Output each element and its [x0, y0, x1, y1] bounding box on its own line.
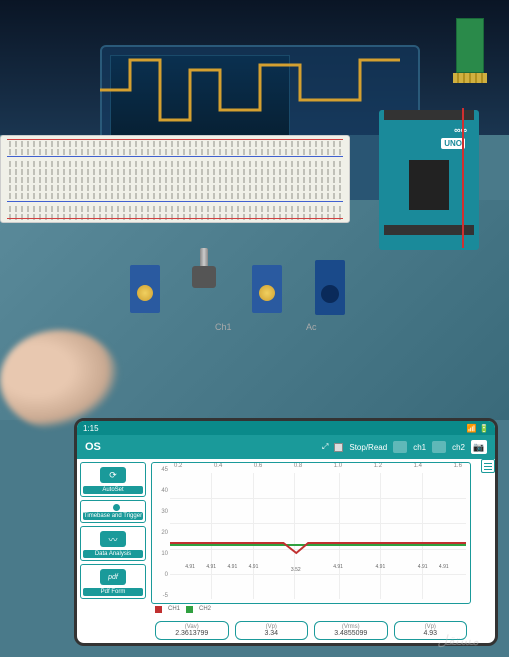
stat-box: (Vp)3.34	[235, 621, 309, 640]
hand-photo	[0, 330, 120, 430]
sidebar: ⟳ AutoSet Timebase and Trigger 〰 Data An…	[77, 459, 149, 646]
app-title: OS	[85, 441, 101, 453]
data-analysis-button[interactable]: 〰 Data Analysis	[80, 526, 146, 561]
sensor-module-1	[130, 265, 160, 313]
ac-circuit-label: Ac	[306, 322, 317, 332]
bluetooth-module	[456, 18, 484, 73]
legend-ch2-label: CH2	[199, 606, 211, 612]
oscilloscope-chart[interactable]: 45403020100-5 0.20.40.60.81.01.21.41.6 4…	[151, 462, 471, 604]
ch1-circuit-label: Ch1	[215, 322, 232, 332]
stopread-checkbox[interactable]	[334, 443, 343, 452]
arduino-board: ∞∞ UNO	[379, 110, 479, 250]
sensor-module-2	[252, 265, 282, 313]
ch1-toggle[interactable]	[393, 441, 407, 453]
pdf-form-button[interactable]: pdf Pdf Form	[80, 564, 146, 599]
autoset-button[interactable]: ⟳ AutoSet	[80, 462, 146, 497]
relay-module	[315, 260, 345, 315]
status-time: 1:15	[83, 424, 99, 433]
stat-box: (Vrms)3.4855099	[314, 621, 388, 640]
status-bar: 1:15 📶 🔋	[77, 421, 495, 435]
breadboard	[0, 135, 350, 223]
legend-ch1-label: CH1	[168, 606, 180, 612]
plot-area: 4.914.914.914.913.524.914.914.914.91	[170, 473, 466, 599]
wire	[452, 108, 464, 248]
resize-icon[interactable]: ⤢	[322, 442, 328, 452]
watermark: مستقل	[437, 632, 479, 649]
legend-ch1-swatch	[155, 606, 162, 613]
ch1-label: ch1	[413, 443, 426, 452]
chart-legend: CH1 CH2	[151, 604, 471, 614]
refresh-icon: ⟳	[100, 467, 126, 483]
stat-box: (Vav)2.3613799	[155, 621, 229, 640]
stopread-label: Stop/Read	[349, 443, 387, 452]
potentiometer	[190, 248, 218, 288]
ch2-label: ch2	[452, 443, 465, 452]
hamburger-menu-icon[interactable]	[481, 459, 495, 473]
timebase-trigger-button[interactable]: Timebase and Trigger	[80, 500, 146, 523]
bluetooth-pins	[453, 73, 487, 83]
app-header: OS ⤢ Stop/Read ch1 ch2 📷	[77, 435, 495, 459]
legend-ch2-swatch	[186, 606, 193, 613]
ch2-toggle[interactable]	[432, 441, 446, 453]
phone-frame: 1:15 📶 🔋 OS ⤢ Stop/Read ch1 ch2 📷 ⟳ Auto…	[74, 418, 498, 646]
wave-icon: 〰	[100, 531, 126, 547]
stats-row: (Vav)2.3613799(Vp)3.34(Vrms)3.4855099(Vp…	[151, 614, 471, 646]
camera-button[interactable]: 📷	[471, 440, 487, 454]
x-axis: 0.20.40.60.81.01.21.41.6	[170, 463, 466, 473]
status-icons: 📶 🔋	[467, 424, 489, 433]
pdf-icon: pdf	[100, 569, 126, 585]
y-axis: 45403020100-5	[152, 463, 170, 603]
